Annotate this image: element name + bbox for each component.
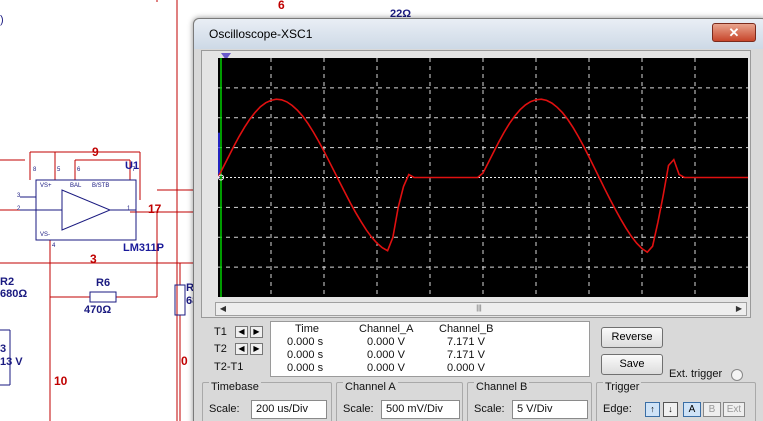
t1-time: 0.000 s — [287, 336, 324, 348]
close-icon: ✕ — [728, 25, 740, 40]
ext-trigger-label: Ext. trigger — [669, 368, 723, 380]
delta-channel-a: 0.000 V — [367, 362, 405, 374]
channel-a-scale-label: Scale: — [343, 403, 374, 415]
trigger-source-b-button[interactable]: B — [703, 402, 721, 417]
paren-fragment: ) — [0, 14, 4, 26]
scroll-right-icon[interactable]: ▶ — [732, 303, 746, 315]
resistor-r2-ref: R2 — [0, 276, 15, 288]
delta-channel-b: 0.000 V — [447, 362, 485, 374]
net-label-0: 0 — [181, 354, 188, 368]
reverse-button[interactable]: Reverse — [601, 327, 663, 348]
arrow-left-icon: ◀ — [238, 327, 245, 336]
pin-label-5: 5 — [57, 167, 61, 173]
title-bar[interactable]: Oscilloscope-XSC1 ✕ — [194, 19, 763, 49]
ext-trigger-terminal[interactable] — [731, 369, 743, 381]
rising-edge-icon: ↑ — [650, 404, 655, 414]
t2-channel-a: 0.000 V — [367, 349, 405, 361]
workspace: 6 9 17 3 0 10 U1 LM311P R2 680Ω R6 470Ω … — [0, 0, 763, 421]
channel-b-title: Channel B — [474, 381, 530, 393]
t2-left-button[interactable]: ◀ — [235, 343, 248, 355]
arrow-left-icon: ◀ — [238, 344, 245, 353]
source-ref-label: 3 — [0, 343, 7, 355]
t2-channel-b: 7.171 V — [447, 349, 485, 361]
pin-label-1: 1 — [127, 206, 131, 212]
scroll-left-icon[interactable]: ◀ — [216, 303, 230, 315]
horizontal-scrollbar[interactable]: ◀ ||| ▶ — [215, 302, 747, 316]
t2-right-button[interactable]: ▶ — [250, 343, 263, 355]
window-title: Oscilloscope-XSC1 — [209, 27, 313, 41]
pin-label-3: 3 — [17, 193, 21, 199]
channel-b-scale-label: Scale: — [474, 403, 505, 415]
t1-left-button[interactable]: ◀ — [235, 326, 248, 338]
timebase-group: Timebase Scale: 200 us/Div — [202, 381, 332, 421]
net-label-3: 3 — [90, 252, 97, 266]
cursor-t1-label: T1 — [214, 326, 227, 338]
scope-display[interactable] — [218, 58, 748, 297]
source-value-label: 13 V — [0, 356, 23, 368]
rising-edge-button[interactable]: ↑ — [645, 402, 660, 417]
arrow-right-icon: ▶ — [253, 344, 260, 353]
net-label-17: 17 — [148, 202, 162, 216]
cursor-readout-table: Time Channel_A Channel_B 0.000 s 0.000 V… — [270, 321, 590, 377]
cursor-t2-label: T2 — [214, 343, 227, 355]
net-label-10: 10 — [54, 374, 68, 388]
timebase-title: Timebase — [209, 381, 261, 393]
pin-label-bstb: B/STB — [92, 183, 110, 189]
channel-a-group: Channel A Scale: 500 mV/Div — [336, 381, 463, 421]
channel-b-scale-field[interactable]: 5 V/Div — [512, 400, 588, 419]
scroll-grip[interactable]: ||| — [469, 305, 489, 313]
timebase-scale-label: Scale: — [209, 403, 240, 415]
trigger-edge-label: Edge: — [603, 403, 632, 415]
pin-label-2: 2 — [17, 206, 21, 212]
t2-time: 0.000 s — [287, 349, 324, 361]
pin-label-8: 8 — [33, 167, 37, 173]
pin-label-4: 4 — [52, 243, 56, 249]
channel-a-title: Channel A — [343, 381, 398, 393]
t1-right-button[interactable]: ▶ — [250, 326, 263, 338]
scope-plot — [218, 58, 748, 297]
pin-label-vs-minus: VS- — [40, 232, 51, 238]
cursor-delta-label: T2-T1 — [214, 361, 244, 373]
trigger-group: Trigger Edge: ↑ ↓ A B Ext — [596, 381, 756, 421]
oscilloscope-window[interactable]: Oscilloscope-XSC1 ✕ ◀ ||| ▶ T1 ◀ ▶ T2 ◀ … — [193, 18, 763, 421]
trigger-source-a-button[interactable]: A — [683, 402, 701, 417]
trigger-source-ext-button[interactable]: Ext — [723, 402, 745, 417]
pin-label-bal: BAL — [70, 183, 82, 189]
channel-b-group: Channel B Scale: 5 V/Div — [467, 381, 592, 421]
display-frame: ◀ ||| ▶ — [201, 50, 751, 318]
pin-label-7: 7 — [132, 167, 136, 173]
channel-a-scale-field[interactable]: 500 mV/Div — [381, 400, 460, 419]
t1-channel-b: 7.171 V — [447, 336, 485, 348]
col-header-channel-b: Channel_B — [439, 323, 494, 335]
resistor-r2-value: 680Ω — [0, 288, 28, 300]
falling-edge-button[interactable]: ↓ — [663, 402, 678, 417]
timebase-scale-field[interactable]: 200 us/Div — [251, 400, 327, 419]
pin-label-vs-plus: VS+ — [40, 183, 52, 189]
falling-edge-icon: ↓ — [668, 404, 673, 414]
close-button[interactable]: ✕ — [712, 23, 756, 42]
col-header-time: Time — [295, 323, 320, 335]
resistor-r6-ref: R6 — [96, 277, 111, 289]
net-label-6: 6 — [278, 0, 285, 12]
trigger-title: Trigger — [603, 381, 642, 393]
opamp-model-label: LM311P — [123, 242, 164, 254]
delta-time: 0.000 s — [287, 362, 324, 374]
net-label-9: 9 — [92, 145, 99, 159]
arrow-right-icon: ▶ — [253, 327, 260, 336]
save-button[interactable]: Save — [601, 354, 663, 375]
pin-label-6: 6 — [77, 167, 81, 173]
resistor-r6-value: 470Ω — [84, 304, 112, 316]
col-header-channel-a: Channel_A — [359, 323, 414, 335]
t1-channel-a: 0.000 V — [367, 336, 405, 348]
